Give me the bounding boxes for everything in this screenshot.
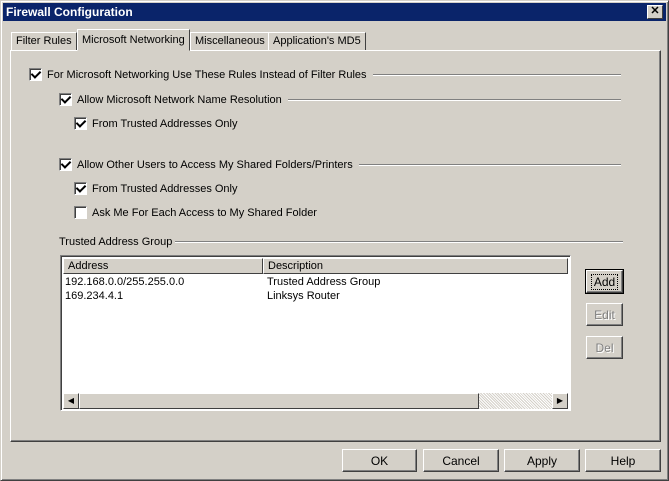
shared-trusted-only-checkbox[interactable]: [74, 182, 87, 195]
separator-line: [287, 98, 621, 101]
address-cell: 192.168.0.0/255.255.0.0: [65, 276, 185, 288]
trusted-group-label: Trusted Address Group: [59, 236, 173, 248]
scroll-thumb[interactable]: [79, 393, 479, 409]
column-header-address[interactable]: Address: [63, 258, 263, 274]
name-res-trusted-only-checkbox[interactable]: [74, 117, 87, 130]
allow-shared-access-checkbox[interactable]: [59, 158, 72, 171]
allow-name-resolution-label: Allow Microsoft Network Name Resolution: [77, 93, 282, 106]
horizontal-scrollbar[interactable]: ◀ ▶: [63, 393, 568, 409]
allow-name-resolution-checkbox[interactable]: [59, 93, 72, 106]
trusted-address-list[interactable]: Address Description 192.168.0.0/255.255.…: [60, 255, 571, 411]
title-bar: Firewall Configuration ✕: [3, 3, 666, 21]
option-ask-each-access[interactable]: Ask Me For Each Access to My Shared Fold…: [74, 206, 317, 219]
trusted-group-heading: Trusted Address Group: [59, 236, 623, 248]
del-button[interactable]: Del: [586, 336, 623, 359]
use-ms-rules-checkbox[interactable]: [29, 68, 42, 81]
cancel-button[interactable]: Cancel: [423, 449, 499, 472]
description-cell: Linksys Router: [267, 290, 340, 302]
ask-each-access-label: Ask Me For Each Access to My Shared Fold…: [92, 206, 317, 219]
name-res-trusted-only-label: From Trusted Addresses Only: [92, 117, 238, 130]
separator-line: [358, 163, 621, 166]
tab-filter-rules[interactable]: Filter Rules: [11, 32, 77, 50]
scroll-track[interactable]: [479, 393, 552, 409]
option-allow-shared-access[interactable]: Allow Other Users to Access My Shared Fo…: [59, 158, 621, 171]
tab-applications-md5[interactable]: Application's MD5: [268, 32, 366, 50]
separator-line: [175, 241, 623, 243]
edit-button[interactable]: Edit: [586, 303, 623, 326]
separator-line: [372, 73, 621, 76]
close-icon[interactable]: ✕: [647, 5, 663, 19]
tab-miscellaneous[interactable]: Miscellaneous: [190, 32, 270, 50]
add-button[interactable]: Add: [585, 269, 624, 294]
allow-shared-access-label: Allow Other Users to Access My Shared Fo…: [77, 158, 353, 171]
description-cell: Trusted Address Group: [267, 276, 381, 288]
firewall-config-window: Firewall Configuration ✕ Filter Rules Mi…: [0, 0, 669, 481]
column-header-description[interactable]: Description: [263, 258, 568, 274]
ok-button[interactable]: OK: [342, 449, 417, 472]
apply-button[interactable]: Apply: [504, 449, 580, 472]
use-ms-rules-label: For Microsoft Networking Use These Rules…: [47, 68, 367, 81]
option-name-res-trusted-only[interactable]: From Trusted Addresses Only: [74, 117, 238, 130]
tab-microsoft-networking[interactable]: Microsoft Networking: [77, 29, 190, 51]
address-cell: 169.234.4.1: [65, 290, 124, 302]
scroll-left-icon[interactable]: ◀: [63, 393, 79, 409]
scroll-right-icon[interactable]: ▶: [552, 393, 568, 409]
help-button[interactable]: Help: [585, 449, 661, 472]
ask-each-access-checkbox[interactable]: [74, 206, 87, 219]
shared-trusted-only-label: From Trusted Addresses Only: [92, 182, 238, 195]
option-use-ms-rules[interactable]: For Microsoft Networking Use These Rules…: [29, 68, 621, 81]
window-title: Firewall Configuration: [6, 5, 133, 19]
option-allow-name-resolution[interactable]: Allow Microsoft Network Name Resolution: [59, 93, 621, 106]
option-shared-trusted-only[interactable]: From Trusted Addresses Only: [74, 182, 238, 195]
